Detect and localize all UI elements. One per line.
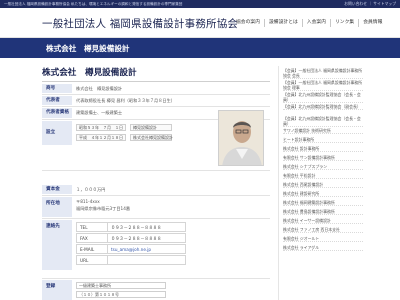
row-capital: 資本金 １，０００万円 <box>42 185 270 194</box>
label-name: 商号 <box>42 84 72 93</box>
registration-number: （１０）第１０１８号 <box>76 291 166 298</box>
divider <box>42 195 270 196</box>
email-label: E-MAIL <box>80 247 95 252</box>
site-header: 一般社団法人 福岡県設備設計事務所協会 協会の案内 設備設計とは 入会案内 リン… <box>0 8 400 38</box>
label-qualification: 代表者資格 <box>42 108 72 118</box>
sidebar-link[interactable]: 【会員】北九州設備設計監理協会（副会長） <box>283 104 363 110</box>
row-representative: 代表者 代表取締役社長 樽見 昌利（昭和３３年７月８日生） <box>42 96 270 105</box>
sidebar-link[interactable]: 株式会社 シナプスプラン <box>283 164 363 170</box>
sidebar-link[interactable]: 株式会社 福岡建築設計事務所 <box>283 200 363 206</box>
nav-item-design[interactable]: 設備設計とは <box>264 19 302 27</box>
nav-item-members[interactable]: 会員情報 <box>358 19 386 27</box>
established-date-1: 昭和５３年 ７月 １日 <box>76 124 126 131</box>
established-date-2: 平成 ４年１２月１８日 <box>76 134 126 141</box>
value-zip: 〒811-4xxx <box>76 199 100 204</box>
divider <box>42 170 270 171</box>
sidebar-link[interactable]: 【会員】一般社団法人 福岡県設備設計事務所協会 会長 <box>283 68 363 79</box>
tel-value: ０９３－２８８－８８８８ <box>111 225 162 230</box>
row-established: 設立 昭和５３年 ７月 １日 樽見設備設計 平成 ４年１２月１８日 株式会社樽見… <box>42 121 270 145</box>
contact-tel: TEL ０９３－２８８－８８８８ <box>76 222 186 232</box>
label-capital: 資本金 <box>42 185 72 194</box>
divider <box>42 218 270 219</box>
fax-label: FAX <box>80 236 88 241</box>
sidebar-link[interactable]: 【会員】一般社団法人 福岡県設備設計事務所協会 理事 <box>283 80 363 91</box>
sidebar-link[interactable]: 株式会社 ライアグル <box>283 245 363 251</box>
sidebar-link[interactable]: 株式会社 ファノ工房 西日本支社 <box>283 227 363 233</box>
contact-url: URL <box>76 255 186 265</box>
registration-type: 一級建築士事務所 <box>76 282 166 289</box>
page-title-band: 株式会社 樽見設備設計 <box>0 38 400 58</box>
divider <box>42 106 270 107</box>
company-name-heading: 株式会社 樽見設備設計 <box>42 66 270 82</box>
established-note-2: 株式会社樽見設備設計 <box>130 134 173 141</box>
row-address: 所在地 〒811-4xxx 福岡県宗像市稲元3丁目14番 <box>42 197 270 217</box>
top-strip: 一般社団法人 福岡県設備設計事務所協会 私たちは、環境とエネルギーの調和と発信す… <box>0 0 400 8</box>
contact-email: E-MAIL tsu_ama@joh.ne.jp <box>76 244 186 254</box>
sidebar-link[interactable]: 【会員】北九州設備設計監理協会（会長・会員） <box>283 116 363 127</box>
label-contact: 連絡先 <box>42 220 72 270</box>
sidebar-link[interactable]: 株式会社 豊島設備設計事務所 <box>283 209 363 215</box>
email-link[interactable]: tsu_ama@joh.ne.jp <box>111 247 151 252</box>
label-address: 所在地 <box>42 197 72 217</box>
label-representative: 代表者 <box>42 96 72 105</box>
site-tagline: 一般社団法人 福岡県設備設計事務所協会 私たちは、環境とエネルギーの調和と発信す… <box>4 2 183 6</box>
sidebar-link[interactable]: 株式会社 イーサー設備設計 <box>283 218 363 224</box>
nav-item-links[interactable]: リンク集 <box>330 19 358 27</box>
sidebar-link[interactable]: 株式会社 西尾設備設計 <box>283 182 363 188</box>
site-title[interactable]: 一般社団法人 福岡県設備設計事務所協会 <box>42 16 238 31</box>
label-registration: 登録 <box>42 280 72 300</box>
sidebar-link[interactable]: 【会員】北九州設備設計監理協会（会長・会員） <box>283 92 363 103</box>
sidebar-link[interactable]: 株式会社 建設研究所 <box>283 191 363 197</box>
page-title: 株式会社 樽見設備設計 <box>46 44 130 53</box>
member-sidebar: 【会員】一般社団法人 福岡県設備設計事務所協会 会長 【会員】一般社団法人 福岡… <box>278 66 363 300</box>
value-address: 福岡県宗像市稲元3丁目14番 <box>76 206 131 211</box>
label-established: 設立 <box>42 121 72 145</box>
contact-fax: FAX ０９３－２８８－８８８８ <box>76 233 186 243</box>
member-profile: 株式会社 樽見設備設計 商号 株式会社 樽見設備設計 代表者 代表取締役社長 樽… <box>42 66 270 300</box>
row-registration: 登録 一級建築士事務所 （１０）第１０１８号 <box>42 280 270 300</box>
divider <box>42 278 270 279</box>
sidebar-link[interactable]: ヒート設計事務所 <box>283 137 363 143</box>
value-qualification: 建築設備士、一級建築士 <box>76 110 123 115</box>
fax-value: ０９３－２８８－８８８８ <box>111 236 162 241</box>
row-name: 商号 株式会社 樽見設備設計 <box>42 84 270 93</box>
sidebar-link[interactable]: 有限会社 ジオールト <box>283 236 363 242</box>
url-label: URL <box>80 258 89 263</box>
sidebar-link[interactable]: 有限会社 平松設計 <box>283 173 363 179</box>
sidebar-link[interactable]: 有限会社 サン設備設計事務所 <box>283 155 363 161</box>
utility-links[interactable]: お問い合わせ ｜ サイトマップ <box>344 1 396 7</box>
sidebar-link[interactable]: 株式会社 設計事務所 <box>283 146 363 152</box>
global-nav: 協会の案内 設備設計とは 入会案内 リンク集 会員情報 <box>232 19 386 27</box>
established-note-1: 樽見設備設計 <box>130 124 172 131</box>
value-name: 株式会社 樽見設備設計 <box>76 86 123 91</box>
tel-label: TEL <box>80 225 88 230</box>
sidebar-link[interactable]: サワノ設備設計 技術研究所 <box>283 128 363 134</box>
value-representative: 代表取締役社長 樽見 昌利（昭和３３年７月８日生） <box>76 98 175 103</box>
row-contact: 連絡先 TEL ０９３－２８８－８８８８ FAX ０９３－２８８－８８８８ E-… <box>42 220 270 270</box>
nav-item-join[interactable]: 入会案内 <box>301 19 330 27</box>
nav-item-about[interactable]: 協会の案内 <box>232 19 264 27</box>
divider <box>42 94 270 95</box>
value-capital: １，０００万円 <box>76 187 106 192</box>
